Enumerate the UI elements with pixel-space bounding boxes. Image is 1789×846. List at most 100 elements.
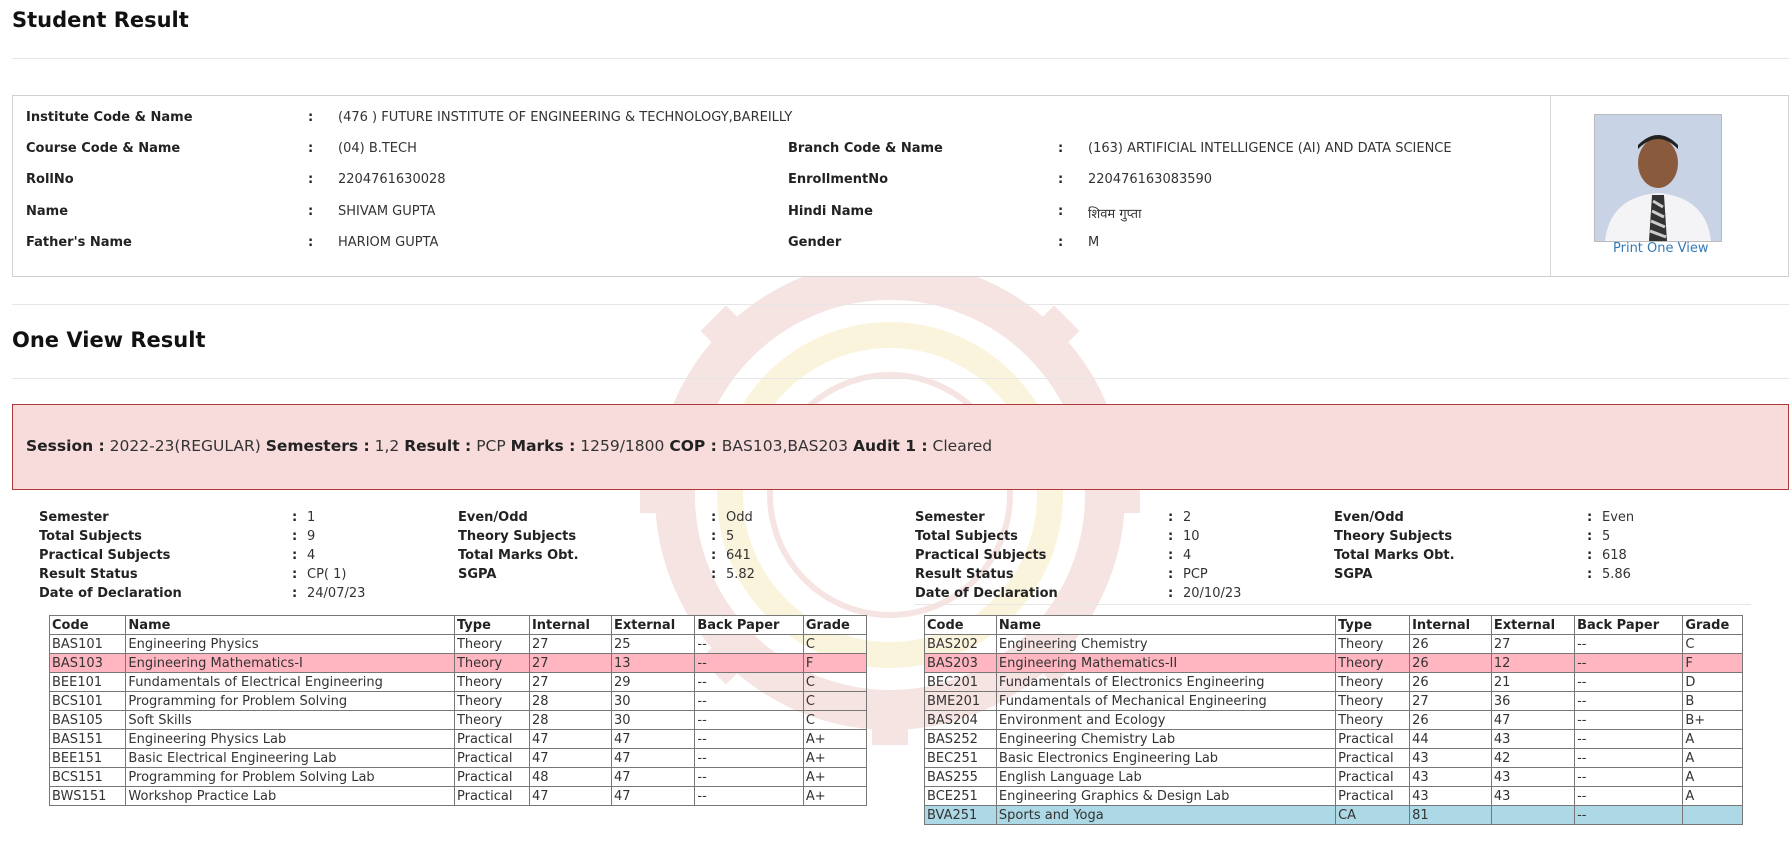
cell-internal: 27	[528, 653, 612, 673]
cell-code: BME201	[924, 691, 997, 711]
student-photo	[1594, 114, 1722, 242]
table-row: BAS203 Engineering Mathematics-II Theory 26…	[924, 653, 1743, 673]
cell-external: 13	[610, 653, 696, 673]
course-value: (04) B.TECH	[338, 141, 417, 156]
table-row: BVA251 Sports and Yoga CA 81 --	[924, 805, 1743, 825]
total-subjects-value: 9	[307, 529, 316, 544]
cell-type: Practical	[453, 748, 530, 768]
cell-name: Soft Skills	[125, 710, 455, 730]
marks-label: Marks :	[510, 437, 576, 455]
even-odd-value: Even	[1602, 510, 1635, 525]
cell-internal: 48	[528, 767, 612, 787]
cell-code: BEC201	[924, 672, 997, 692]
table-row: BCS151 Programming for Problem Solving La…	[48, 767, 868, 787]
total-subjects-label: Total Subjects	[915, 529, 1018, 544]
cell-back: --	[1574, 710, 1684, 730]
cell-back: --	[694, 653, 804, 673]
column-header: Name	[125, 615, 455, 635]
cell-name: Environment and Ecology	[995, 710, 1337, 730]
page-title: Student Result	[12, 8, 189, 32]
cell-external: 36	[1490, 691, 1576, 711]
result-status-value: CP( 1)	[307, 567, 347, 582]
info-row-name: Name : SHIVAM GUPTA Hindi Name : शिवम गु…	[26, 204, 1526, 224]
marks-value: 1259/1800	[580, 437, 665, 455]
cell-grade: B+	[1682, 710, 1743, 730]
info-row-roll: RollNo : 2204761630028 EnrollmentNo : 22…	[26, 172, 1526, 192]
cell-grade: C	[1682, 634, 1743, 654]
cell-grade: A	[1682, 729, 1743, 749]
colon: :	[308, 141, 314, 156]
cell-code: BEC251	[924, 748, 997, 768]
practical-subjects-value: 4	[307, 548, 316, 563]
cell-internal: 47	[528, 786, 612, 806]
cell-external: 47	[1490, 710, 1576, 730]
cell-grade: B	[1682, 691, 1743, 711]
even-odd-value: Odd	[726, 510, 753, 525]
cell-code: BAS105	[48, 710, 127, 730]
semesters-value: 1,2	[374, 437, 400, 455]
hindi-name-value: शिवम गुप्ता	[1088, 207, 1142, 222]
cell-internal: 26	[1409, 634, 1492, 654]
total-marks-obt-label: Total Marks Obt.	[458, 548, 579, 563]
cell-internal: 28	[528, 691, 612, 711]
cell-external: 47	[610, 767, 696, 787]
column-header: Back Paper	[694, 615, 804, 635]
column-header: Name	[995, 615, 1337, 635]
colon: :	[1168, 510, 1174, 525]
gender-label: Gender	[788, 235, 842, 250]
cell-code: BEE101	[48, 672, 127, 692]
cell-external: 43	[1490, 729, 1576, 749]
cell-type: Practical	[453, 767, 530, 787]
session-label: Session :	[26, 437, 105, 455]
total-subjects-label: Total Subjects	[39, 529, 142, 544]
cell-type: Theory	[1335, 653, 1411, 673]
table-row: BWS151 Workshop Practice Lab Practical 47 47…	[48, 786, 868, 806]
semester-label: Semester	[39, 510, 109, 525]
semester-2-marks-table: Code Name Type Internal External Back Paper Gr…	[924, 615, 1743, 825]
colon: :	[711, 548, 717, 563]
semester-1-marks-table: Code Name Type Internal External Back Paper Gr…	[48, 615, 868, 806]
cell-type: CA	[1335, 805, 1411, 825]
cell-type: Theory	[1335, 691, 1411, 711]
table-row: BEC201 Fundamentals of Electronics Engine…	[924, 672, 1743, 692]
total-marks-obt-value: 641	[726, 548, 751, 563]
rollno-label: RollNo	[26, 172, 74, 187]
colon: :	[292, 510, 298, 525]
hindi-name-label: Hindi Name	[788, 204, 873, 219]
info-row-course: Course Code & Name : (04) B.TECH Branch …	[26, 141, 1526, 161]
cell-grade: A+	[802, 729, 868, 749]
cell-external: 47	[610, 786, 696, 806]
colon: :	[1168, 548, 1174, 563]
practical-subjects-label: Practical Subjects	[915, 548, 1047, 563]
cell-type: Practical	[453, 786, 530, 806]
column-header: Internal	[528, 615, 612, 635]
cell-type: Practical	[1335, 729, 1411, 749]
cell-internal: 27	[528, 634, 612, 654]
cell-back: --	[1574, 691, 1684, 711]
column-header: Code	[924, 615, 997, 635]
even-odd-label: Even/Odd	[1334, 510, 1404, 525]
colon: :	[711, 510, 717, 525]
cell-type: Practical	[1335, 767, 1411, 787]
cell-name: Basic Electronics Engineering Lab	[995, 748, 1337, 768]
colon: :	[1058, 204, 1064, 219]
cell-internal: 47	[528, 748, 612, 768]
cell-grade	[1682, 805, 1743, 825]
cell-back: --	[694, 767, 804, 787]
cell-type: Theory	[453, 691, 530, 711]
cell-code: BAS103	[48, 653, 127, 673]
table-header-row: Code Name Type Internal External Back Paper Gr…	[924, 615, 1743, 635]
cell-name: Sports and Yoga	[995, 805, 1337, 825]
student-info-panel: Institute Code & Name : (476 ) FUTURE IN…	[12, 95, 1789, 277]
cell-code: BVA251	[924, 805, 997, 825]
cell-code: BCS101	[48, 691, 127, 711]
table-row: BAS255 English Language Lab Practical 43 43-…	[924, 767, 1743, 787]
column-header: Grade	[1682, 615, 1743, 635]
table-row: BCE251 Engineering Graphics & Design Lab P…	[924, 786, 1743, 806]
cell-type: Theory	[453, 634, 530, 654]
date-of-declaration-label: Date of Declaration	[915, 586, 1058, 601]
enrollment-label: EnrollmentNo	[788, 172, 889, 187]
cell-type: Theory	[453, 653, 530, 673]
cell-external: 42	[1490, 748, 1576, 768]
print-one-view-link[interactable]: Print One View	[1613, 241, 1709, 256]
